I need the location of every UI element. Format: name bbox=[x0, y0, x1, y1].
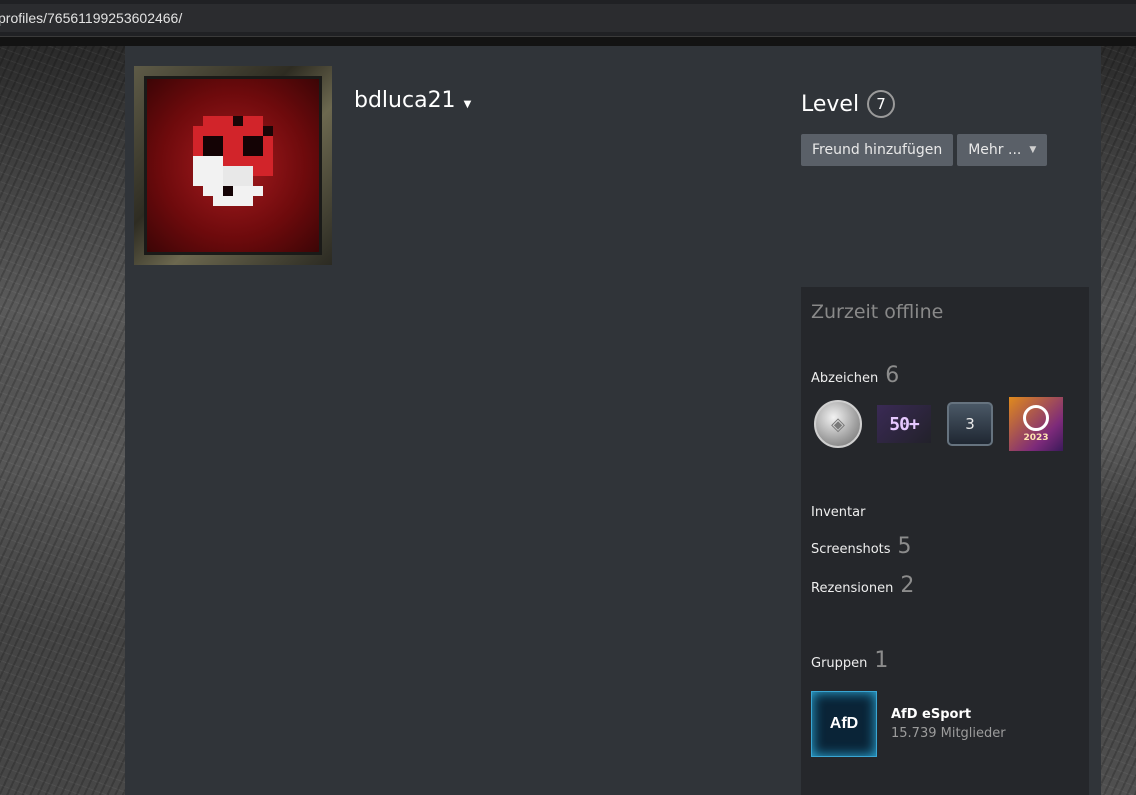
group-info: AfD eSport 15.739 Mitglieder bbox=[891, 707, 1006, 741]
header-stripe bbox=[0, 37, 1136, 46]
level-label: Level bbox=[801, 91, 860, 117]
badge-item[interactable]: 50+ bbox=[877, 397, 931, 451]
chevron-down-icon: ▼ bbox=[1029, 145, 1037, 155]
reviews-link[interactable]: Rezensionen 2 bbox=[811, 573, 914, 598]
badge-item[interactable]: 3 bbox=[943, 397, 997, 451]
years-of-service-badge: 3 bbox=[947, 402, 993, 446]
profile-right-column: Zurzeit offline Abzeichen 6 ◈ 50+ 3 2023… bbox=[801, 287, 1089, 795]
coin-badge-icon: ◈ bbox=[814, 400, 862, 448]
avatar-frame[interactable] bbox=[134, 66, 332, 265]
level-badge[interactable]: 7 bbox=[867, 90, 896, 118]
groups-link[interactable]: Gruppen 1 bbox=[811, 648, 888, 673]
profile-level: Level 7 bbox=[801, 90, 896, 118]
group-name[interactable]: AfD eSport bbox=[891, 707, 1006, 722]
inventory-link[interactable]: Inventar bbox=[811, 505, 865, 520]
badges-heading[interactable]: Abzeichen 6 bbox=[811, 363, 899, 388]
badge-showcase: ◈ 50+ 3 2023 bbox=[811, 397, 1063, 451]
more-label: Mehr ... bbox=[968, 142, 1022, 158]
groups-label: Gruppen bbox=[811, 656, 868, 671]
group-avatar-text: AfD bbox=[829, 715, 859, 732]
profile-actions: Freund hinzufügen Mehr ... ▼ bbox=[801, 134, 1048, 166]
screenshots-link[interactable]: Screenshots 5 bbox=[811, 534, 912, 559]
badge-item[interactable]: ◈ bbox=[811, 397, 865, 451]
browser-address-bar[interactable]: profiles/76561199253602466/ bbox=[0, 0, 1136, 37]
badges-count: 6 bbox=[885, 363, 900, 388]
groups-count: 1 bbox=[874, 648, 889, 673]
online-status: Zurzeit offline bbox=[811, 301, 944, 323]
skull-icon bbox=[193, 115, 273, 206]
badge-item[interactable]: 2023 bbox=[1009, 397, 1063, 451]
add-friend-button[interactable]: Freund hinzufügen bbox=[801, 134, 954, 166]
badges-label: Abzeichen bbox=[811, 371, 879, 386]
persona-name: bdluca21 bbox=[354, 88, 456, 113]
url-text: profiles/76561199253602466/ bbox=[0, 10, 183, 26]
caret-down-icon: ▼ bbox=[463, 99, 472, 110]
reviews-label: Rezensionen bbox=[811, 581, 894, 596]
profile-panel: bdluca21 ▼ Level 7 Freund hinzufügen Meh… bbox=[125, 46, 1101, 795]
50-plus-badge: 50+ bbox=[877, 405, 931, 443]
steam-2023-badge: 2023 bbox=[1009, 397, 1063, 451]
group-item[interactable]: AfD AfD eSport 15.739 Mitglieder bbox=[811, 691, 1006, 757]
steam-logo-icon bbox=[1023, 405, 1049, 431]
screenshots-label: Screenshots bbox=[811, 542, 891, 557]
persona-name-dropdown[interactable]: bdluca21 ▼ bbox=[354, 88, 471, 113]
group-member-count: 15.739 Mitglieder bbox=[891, 726, 1006, 741]
group-avatar[interactable]: AfD bbox=[811, 691, 877, 757]
more-dropdown-button[interactable]: Mehr ... ▼ bbox=[957, 134, 1048, 166]
url-field[interactable]: profiles/76561199253602466/ bbox=[0, 4, 1136, 32]
avatar-image bbox=[144, 76, 322, 255]
screenshots-count: 5 bbox=[897, 534, 912, 559]
add-friend-label: Freund hinzufügen bbox=[812, 142, 943, 158]
reviews-count: 2 bbox=[900, 573, 915, 598]
badge-year: 2023 bbox=[1023, 433, 1049, 443]
